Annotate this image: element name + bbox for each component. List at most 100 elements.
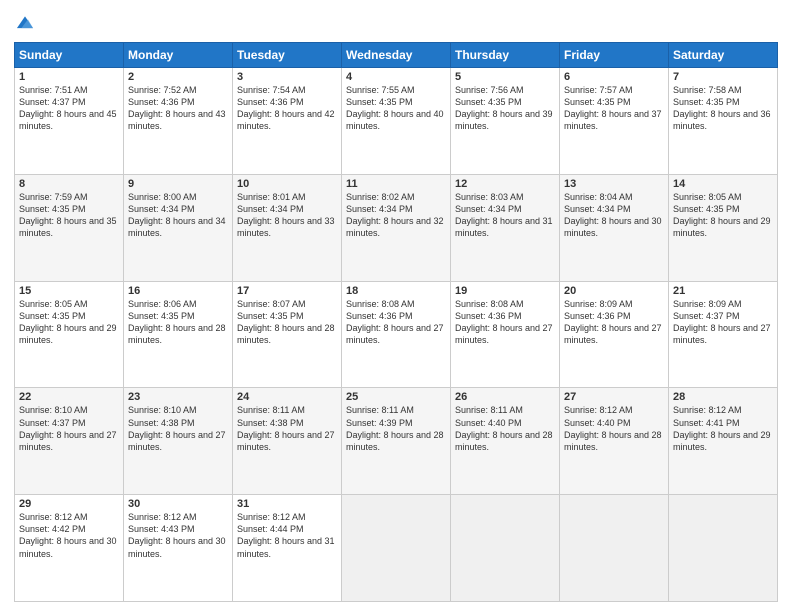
- empty-cell: [560, 495, 669, 602]
- weekday-header-saturday: Saturday: [669, 43, 778, 68]
- day-number: 23: [128, 391, 228, 403]
- day-number: 3: [237, 71, 337, 83]
- day-cell-11: 11Sunrise: 8:02 AMSunset: 4:34 PMDayligh…: [342, 174, 451, 281]
- day-number: 12: [455, 178, 555, 190]
- day-number: 24: [237, 391, 337, 403]
- week-row-3: 15Sunrise: 8:05 AMSunset: 4:35 PMDayligh…: [15, 281, 778, 388]
- day-cell-10: 10Sunrise: 8:01 AMSunset: 4:34 PMDayligh…: [233, 174, 342, 281]
- day-info: Sunrise: 8:00 AMSunset: 4:34 PMDaylight:…: [128, 191, 228, 240]
- day-info: Sunrise: 8:12 AMSunset: 4:44 PMDaylight:…: [237, 511, 337, 560]
- day-info: Sunrise: 8:06 AMSunset: 4:35 PMDaylight:…: [128, 298, 228, 347]
- day-info: Sunrise: 8:05 AMSunset: 4:35 PMDaylight:…: [673, 191, 773, 240]
- day-info: Sunrise: 8:09 AMSunset: 4:37 PMDaylight:…: [673, 298, 773, 347]
- day-cell-16: 16Sunrise: 8:06 AMSunset: 4:35 PMDayligh…: [124, 281, 233, 388]
- day-info: Sunrise: 8:11 AMSunset: 4:39 PMDaylight:…: [346, 404, 446, 453]
- day-number: 7: [673, 71, 773, 83]
- day-number: 27: [564, 391, 664, 403]
- day-info: Sunrise: 7:57 AMSunset: 4:35 PMDaylight:…: [564, 84, 664, 133]
- day-info: Sunrise: 8:09 AMSunset: 4:36 PMDaylight:…: [564, 298, 664, 347]
- week-row-2: 8Sunrise: 7:59 AMSunset: 4:35 PMDaylight…: [15, 174, 778, 281]
- day-cell-7: 7Sunrise: 7:58 AMSunset: 4:35 PMDaylight…: [669, 68, 778, 175]
- day-number: 20: [564, 285, 664, 297]
- day-number: 14: [673, 178, 773, 190]
- day-cell-20: 20Sunrise: 8:09 AMSunset: 4:36 PMDayligh…: [560, 281, 669, 388]
- day-cell-5: 5Sunrise: 7:56 AMSunset: 4:35 PMDaylight…: [451, 68, 560, 175]
- day-cell-8: 8Sunrise: 7:59 AMSunset: 4:35 PMDaylight…: [15, 174, 124, 281]
- day-cell-26: 26Sunrise: 8:11 AMSunset: 4:40 PMDayligh…: [451, 388, 560, 495]
- day-cell-28: 28Sunrise: 8:12 AMSunset: 4:41 PMDayligh…: [669, 388, 778, 495]
- day-cell-17: 17Sunrise: 8:07 AMSunset: 4:35 PMDayligh…: [233, 281, 342, 388]
- day-info: Sunrise: 7:55 AMSunset: 4:35 PMDaylight:…: [346, 84, 446, 133]
- day-number: 15: [19, 285, 119, 297]
- day-cell-25: 25Sunrise: 8:11 AMSunset: 4:39 PMDayligh…: [342, 388, 451, 495]
- day-info: Sunrise: 7:51 AMSunset: 4:37 PMDaylight:…: [19, 84, 119, 133]
- day-number: 18: [346, 285, 446, 297]
- day-cell-27: 27Sunrise: 8:12 AMSunset: 4:40 PMDayligh…: [560, 388, 669, 495]
- day-cell-4: 4Sunrise: 7:55 AMSunset: 4:35 PMDaylight…: [342, 68, 451, 175]
- weekday-header-friday: Friday: [560, 43, 669, 68]
- day-info: Sunrise: 8:08 AMSunset: 4:36 PMDaylight:…: [346, 298, 446, 347]
- day-info: Sunrise: 8:05 AMSunset: 4:35 PMDaylight:…: [19, 298, 119, 347]
- day-cell-13: 13Sunrise: 8:04 AMSunset: 4:34 PMDayligh…: [560, 174, 669, 281]
- day-number: 25: [346, 391, 446, 403]
- day-info: Sunrise: 8:12 AMSunset: 4:43 PMDaylight:…: [128, 511, 228, 560]
- day-number: 11: [346, 178, 446, 190]
- day-number: 13: [564, 178, 664, 190]
- day-info: Sunrise: 8:11 AMSunset: 4:40 PMDaylight:…: [455, 404, 555, 453]
- day-cell-24: 24Sunrise: 8:11 AMSunset: 4:38 PMDayligh…: [233, 388, 342, 495]
- day-cell-23: 23Sunrise: 8:10 AMSunset: 4:38 PMDayligh…: [124, 388, 233, 495]
- day-info: Sunrise: 8:11 AMSunset: 4:38 PMDaylight:…: [237, 404, 337, 453]
- page: SundayMondayTuesdayWednesdayThursdayFrid…: [0, 0, 792, 612]
- day-number: 22: [19, 391, 119, 403]
- day-cell-31: 31Sunrise: 8:12 AMSunset: 4:44 PMDayligh…: [233, 495, 342, 602]
- day-cell-15: 15Sunrise: 8:05 AMSunset: 4:35 PMDayligh…: [15, 281, 124, 388]
- day-cell-9: 9Sunrise: 8:00 AMSunset: 4:34 PMDaylight…: [124, 174, 233, 281]
- day-cell-2: 2Sunrise: 7:52 AMSunset: 4:36 PMDaylight…: [124, 68, 233, 175]
- day-number: 2: [128, 71, 228, 83]
- empty-cell: [451, 495, 560, 602]
- weekday-header-monday: Monday: [124, 43, 233, 68]
- header: [14, 12, 778, 34]
- empty-cell: [342, 495, 451, 602]
- day-number: 10: [237, 178, 337, 190]
- weekday-header-tuesday: Tuesday: [233, 43, 342, 68]
- day-cell-30: 30Sunrise: 8:12 AMSunset: 4:43 PMDayligh…: [124, 495, 233, 602]
- day-number: 16: [128, 285, 228, 297]
- day-cell-1: 1Sunrise: 7:51 AMSunset: 4:37 PMDaylight…: [15, 68, 124, 175]
- day-number: 5: [455, 71, 555, 83]
- day-number: 28: [673, 391, 773, 403]
- weekday-header-wednesday: Wednesday: [342, 43, 451, 68]
- day-info: Sunrise: 8:07 AMSunset: 4:35 PMDaylight:…: [237, 298, 337, 347]
- day-cell-18: 18Sunrise: 8:08 AMSunset: 4:36 PMDayligh…: [342, 281, 451, 388]
- day-info: Sunrise: 8:10 AMSunset: 4:37 PMDaylight:…: [19, 404, 119, 453]
- logo-icon: [14, 12, 36, 34]
- weekday-header-row: SundayMondayTuesdayWednesdayThursdayFrid…: [15, 43, 778, 68]
- day-info: Sunrise: 8:02 AMSunset: 4:34 PMDaylight:…: [346, 191, 446, 240]
- day-info: Sunrise: 7:54 AMSunset: 4:36 PMDaylight:…: [237, 84, 337, 133]
- day-number: 4: [346, 71, 446, 83]
- week-row-5: 29Sunrise: 8:12 AMSunset: 4:42 PMDayligh…: [15, 495, 778, 602]
- calendar-table: SundayMondayTuesdayWednesdayThursdayFrid…: [14, 42, 778, 602]
- day-cell-14: 14Sunrise: 8:05 AMSunset: 4:35 PMDayligh…: [669, 174, 778, 281]
- week-row-4: 22Sunrise: 8:10 AMSunset: 4:37 PMDayligh…: [15, 388, 778, 495]
- empty-cell: [669, 495, 778, 602]
- day-number: 9: [128, 178, 228, 190]
- day-info: Sunrise: 7:59 AMSunset: 4:35 PMDaylight:…: [19, 191, 119, 240]
- day-number: 30: [128, 498, 228, 510]
- day-number: 1: [19, 71, 119, 83]
- day-cell-3: 3Sunrise: 7:54 AMSunset: 4:36 PMDaylight…: [233, 68, 342, 175]
- logo: [14, 12, 40, 34]
- day-cell-29: 29Sunrise: 8:12 AMSunset: 4:42 PMDayligh…: [15, 495, 124, 602]
- day-cell-6: 6Sunrise: 7:57 AMSunset: 4:35 PMDaylight…: [560, 68, 669, 175]
- day-cell-12: 12Sunrise: 8:03 AMSunset: 4:34 PMDayligh…: [451, 174, 560, 281]
- day-info: Sunrise: 8:01 AMSunset: 4:34 PMDaylight:…: [237, 191, 337, 240]
- day-info: Sunrise: 8:12 AMSunset: 4:41 PMDaylight:…: [673, 404, 773, 453]
- day-number: 21: [673, 285, 773, 297]
- weekday-header-sunday: Sunday: [15, 43, 124, 68]
- day-info: Sunrise: 8:12 AMSunset: 4:42 PMDaylight:…: [19, 511, 119, 560]
- day-number: 29: [19, 498, 119, 510]
- day-info: Sunrise: 8:08 AMSunset: 4:36 PMDaylight:…: [455, 298, 555, 347]
- day-info: Sunrise: 8:10 AMSunset: 4:38 PMDaylight:…: [128, 404, 228, 453]
- day-cell-21: 21Sunrise: 8:09 AMSunset: 4:37 PMDayligh…: [669, 281, 778, 388]
- week-row-1: 1Sunrise: 7:51 AMSunset: 4:37 PMDaylight…: [15, 68, 778, 175]
